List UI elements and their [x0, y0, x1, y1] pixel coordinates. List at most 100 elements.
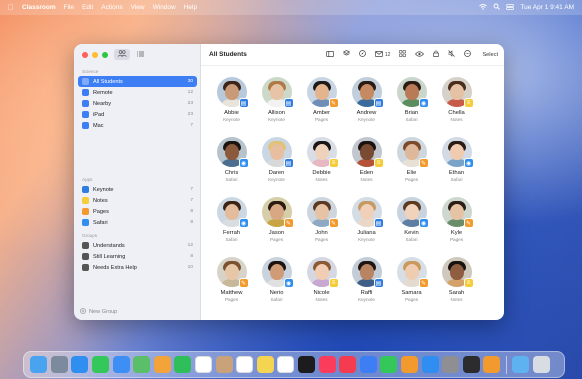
calendar-icon[interactable] — [195, 356, 213, 373]
freeform-icon[interactable] — [277, 356, 295, 373]
student-card[interactable]: ◉ Kevin Safari — [389, 197, 434, 257]
news-icon[interactable] — [339, 356, 357, 373]
trash-icon[interactable] — [532, 356, 550, 373]
menu-app-name[interactable]: Classroom — [22, 4, 56, 11]
settings-icon[interactable] — [442, 356, 460, 373]
classroom-icon[interactable] — [483, 356, 501, 373]
contacts-icon[interactable] — [215, 356, 233, 373]
notes-icon[interactable] — [256, 356, 274, 373]
sidebar-item-count: 12 — [187, 90, 193, 95]
sidebar-item-understands[interactable]: Understands 12 — [78, 240, 197, 251]
keynote-icon[interactable] — [359, 356, 377, 373]
finder-icon[interactable] — [30, 356, 48, 373]
student-card[interactable]: ▤ Abbie Keynote — [209, 77, 254, 137]
numbers-icon[interactable] — [380, 356, 398, 373]
student-card[interactable]: ◉ Chris Safari — [209, 137, 254, 197]
student-card[interactable]: ≡ Debbie Notes — [299, 137, 344, 197]
student-card[interactable]: ▤ Andrew Keynote — [344, 77, 389, 137]
apple-menu-icon[interactable]:  — [8, 3, 14, 12]
facetime-icon[interactable] — [174, 356, 192, 373]
sidebar-section-science: Science All Students 30 Remote 12 Nearby 23 iP… — [74, 68, 201, 131]
new-group-button[interactable]: New Group — [80, 308, 117, 316]
close-button[interactable] — [82, 52, 88, 58]
student-card[interactable]: ≡ Eden Notes — [344, 137, 389, 197]
sidebar-item-needs-extra-help[interactable]: Needs Extra Help 10 — [78, 262, 197, 273]
dock — [23, 351, 565, 378]
student-avatar-wrap: ≡ — [306, 257, 339, 288]
messages-icon[interactable] — [92, 356, 110, 373]
iphone-mirroring-icon[interactable] — [462, 356, 480, 373]
sidebar-item-pages[interactable]: Pages 8 — [78, 206, 197, 217]
safari-icon: ◉ — [238, 158, 249, 168]
more-button[interactable] — [464, 50, 472, 59]
photos-icon[interactable] — [153, 356, 171, 373]
sidebar-item-mac[interactable]: Mac 7 — [78, 120, 197, 131]
sidebar-item-still-learning[interactable]: Still Learning 8 — [78, 251, 197, 262]
zoom-button[interactable] — [102, 52, 108, 58]
student-card[interactable]: ≡ Chella Notes — [434, 77, 479, 137]
navigate-button[interactable] — [359, 50, 366, 59]
student-card[interactable]: ▤ Juliana Keynote — [344, 197, 389, 257]
student-card[interactable]: ◉ Nerio Safari — [254, 257, 299, 317]
lock-button[interactable] — [433, 50, 440, 59]
messages-button[interactable]: 12 — [374, 50, 390, 59]
student-card[interactable]: ✎ Amber Pages — [299, 77, 344, 137]
reminders-icon[interactable] — [236, 356, 254, 373]
wifi-icon[interactable] — [479, 3, 488, 12]
student-card[interactable]: ≡ Sarah Notes — [434, 257, 479, 317]
sidebar-item-notes[interactable]: Notes 7 — [78, 195, 197, 206]
downloads-icon[interactable] — [511, 356, 529, 373]
sidebar-toggle-button[interactable] — [325, 50, 334, 59]
list-view-button[interactable] — [132, 49, 148, 60]
student-card[interactable]: ✎ John Pages — [299, 197, 344, 257]
student-card[interactable]: ≡ Nicole Notes — [299, 257, 344, 317]
student-card[interactable]: ◉ Ethan Safari — [434, 137, 479, 197]
student-avatar-wrap: ≡ — [306, 137, 339, 168]
student-card[interactable]: ▤ Raffi Keynote — [344, 257, 389, 317]
open-app-button[interactable] — [342, 50, 351, 59]
student-card[interactable]: ✎ Elie Pages — [389, 137, 434, 197]
tv-icon[interactable] — [298, 356, 316, 373]
student-card[interactable]: ✎ Samara Pages — [389, 257, 434, 317]
launchpad-icon[interactable] — [50, 356, 68, 373]
menu-edit[interactable]: Edit — [82, 4, 93, 11]
menu-actions[interactable]: Actions — [101, 4, 122, 11]
avatar-face — [359, 84, 374, 100]
search-icon[interactable] — [493, 3, 501, 12]
menu-window[interactable]: Window — [153, 4, 176, 11]
maps-icon[interactable] — [133, 356, 151, 373]
mute-button[interactable] — [448, 50, 456, 59]
student-card[interactable]: ▤ Daren Keynote — [254, 137, 299, 197]
student-card[interactable]: ✎ Jason Pages — [254, 197, 299, 257]
student-card[interactable]: ◉ Brian Safari — [389, 77, 434, 137]
sidebar-item-nearby[interactable]: Nearby 23 — [78, 98, 197, 109]
screens-button[interactable] — [399, 50, 407, 59]
sidebar-item-ipad[interactable]: iPad 23 — [78, 109, 197, 120]
sidebar-item-remote[interactable]: Remote 12 — [78, 87, 197, 98]
sidebar-item-all-students[interactable]: All Students 30 — [78, 76, 197, 87]
safari-icon: ◉ — [418, 218, 429, 228]
sidebar-item-keynote[interactable]: Keynote 7 — [78, 184, 197, 195]
student-card[interactable]: ▤ Allison Keynote — [254, 77, 299, 137]
mail-icon[interactable] — [112, 356, 130, 373]
select-button[interactable]: Select — [482, 52, 498, 58]
student-card[interactable]: ✎ Kyle Pages — [434, 197, 479, 257]
compass-icon — [359, 50, 366, 59]
menu-help[interactable]: Help — [184, 4, 197, 11]
student-card[interactable]: ◉ Ferrah Safari — [209, 197, 254, 257]
minimize-button[interactable] — [92, 52, 98, 58]
student-name: John — [315, 230, 328, 236]
safari-icon[interactable] — [71, 356, 89, 373]
menu-clock[interactable]: Tue Apr 1 9:41 AM — [520, 4, 574, 11]
menu-view[interactable]: View — [131, 4, 145, 11]
sidebar-item-label: Nearby — [93, 100, 112, 107]
control-center-icon[interactable] — [506, 3, 515, 12]
menu-file[interactable]: File — [64, 4, 74, 11]
appstore-icon[interactable] — [421, 356, 439, 373]
grid-view-button[interactable] — [114, 49, 130, 60]
pages-icon[interactable] — [400, 356, 418, 373]
sidebar-item-safari[interactable]: Safari 8 — [78, 217, 197, 228]
music-icon[interactable] — [318, 356, 336, 373]
view-screen-button[interactable] — [415, 50, 425, 59]
student-card[interactable]: ✎ Matthew Pages — [209, 257, 254, 317]
